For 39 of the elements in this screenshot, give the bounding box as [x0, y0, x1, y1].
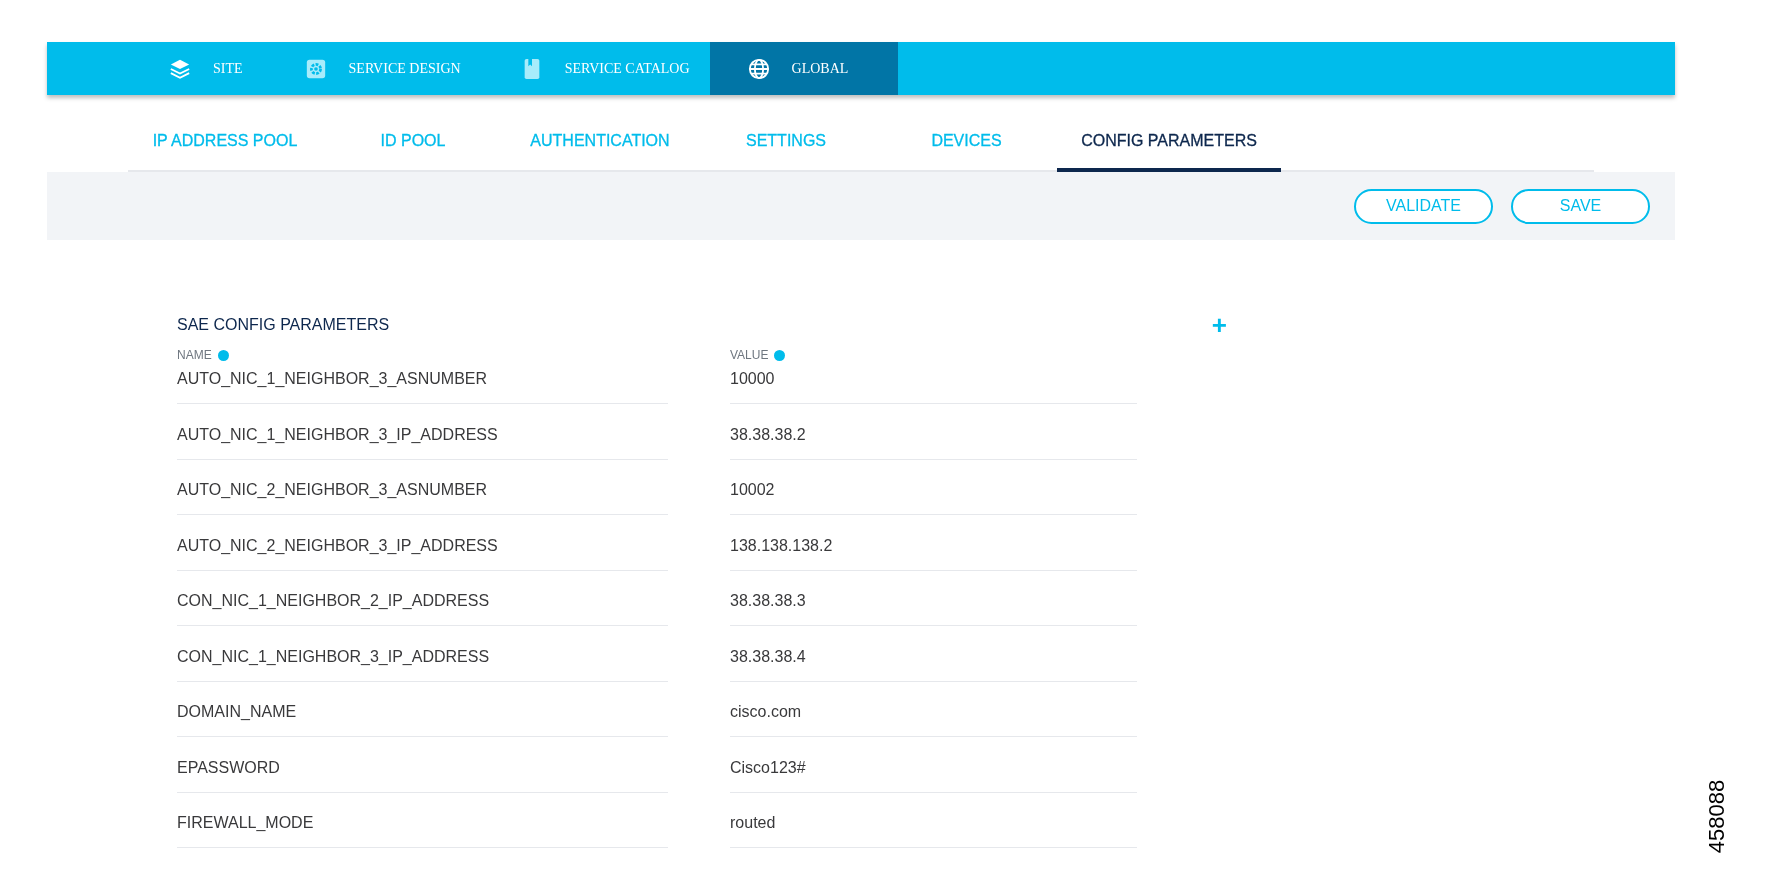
- param-value: routed: [730, 808, 1137, 848]
- param-name: EPASSWORD: [177, 752, 668, 793]
- param-name: FIREWALL_MODE: [177, 808, 668, 848]
- param-value: 10002: [730, 475, 1137, 515]
- param-value: 10000: [730, 364, 1137, 404]
- info-icon: [774, 349, 786, 361]
- param-value: 38.38.38.3: [730, 586, 1137, 626]
- nav-item[interactable]: SITE: [149, 42, 263, 95]
- param-name: AUTO_NIC_1_NEIGHBOR_3_ASNUMBER: [177, 364, 668, 404]
- param-name: DOMAIN_NAME: [177, 697, 668, 737]
- validate-button[interactable]: VALIDATE: [1354, 188, 1493, 224]
- globe-icon: [747, 57, 770, 80]
- param-value: 138.138.138.2: [730, 530, 1137, 571]
- save-button[interactable]: SAVE: [1511, 188, 1650, 224]
- column-header: VALUE: [730, 347, 769, 364]
- param-name: AUTO_NIC_2_NEIGHBOR_3_IP_ADDRESS: [177, 530, 668, 571]
- param-value: Cisco123#: [730, 752, 1137, 793]
- param-name: CON_NIC_1_NEIGHBOR_3_IP_ADDRESS: [177, 641, 668, 682]
- info-icon: [217, 349, 229, 361]
- section-title: SAE CONFIG PARAMETERS: [177, 315, 390, 335]
- param-value: 38.38.38.2: [730, 419, 1137, 460]
- nav-item[interactable]: GLOBAL: [709, 42, 899, 95]
- tab[interactable]: AUTHENTICATION: [504, 95, 696, 172]
- column-header: NAME: [177, 347, 212, 364]
- figure-number: 458088: [1703, 779, 1731, 854]
- nav-item[interactable]: SERVICE CATALOG: [480, 42, 710, 95]
- tab[interactable]: DEVICES: [876, 95, 1057, 172]
- layers-icon: [169, 57, 191, 80]
- nav-item[interactable]: SERVICE DESIGN: [262, 42, 481, 95]
- param-name: AUTO_NIC_1_NEIGHBOR_3_IP_ADDRESS: [177, 419, 668, 460]
- param-name: AUTO_NIC_2_NEIGHBOR_3_ASNUMBER: [177, 475, 668, 515]
- add-button[interactable]: +: [1211, 312, 1227, 338]
- tab[interactable]: IP ADDRESS POOL: [128, 95, 322, 172]
- param-name: CON_NIC_1_NEIGHBOR_2_IP_ADDRESS: [177, 586, 668, 626]
- tab[interactable]: SETTINGS: [696, 95, 876, 172]
- param-value: cisco.com: [730, 697, 1137, 737]
- param-value: 38.38.38.4: [730, 641, 1137, 682]
- tab[interactable]: ID POOL: [322, 95, 504, 172]
- gear-icon: [304, 57, 327, 80]
